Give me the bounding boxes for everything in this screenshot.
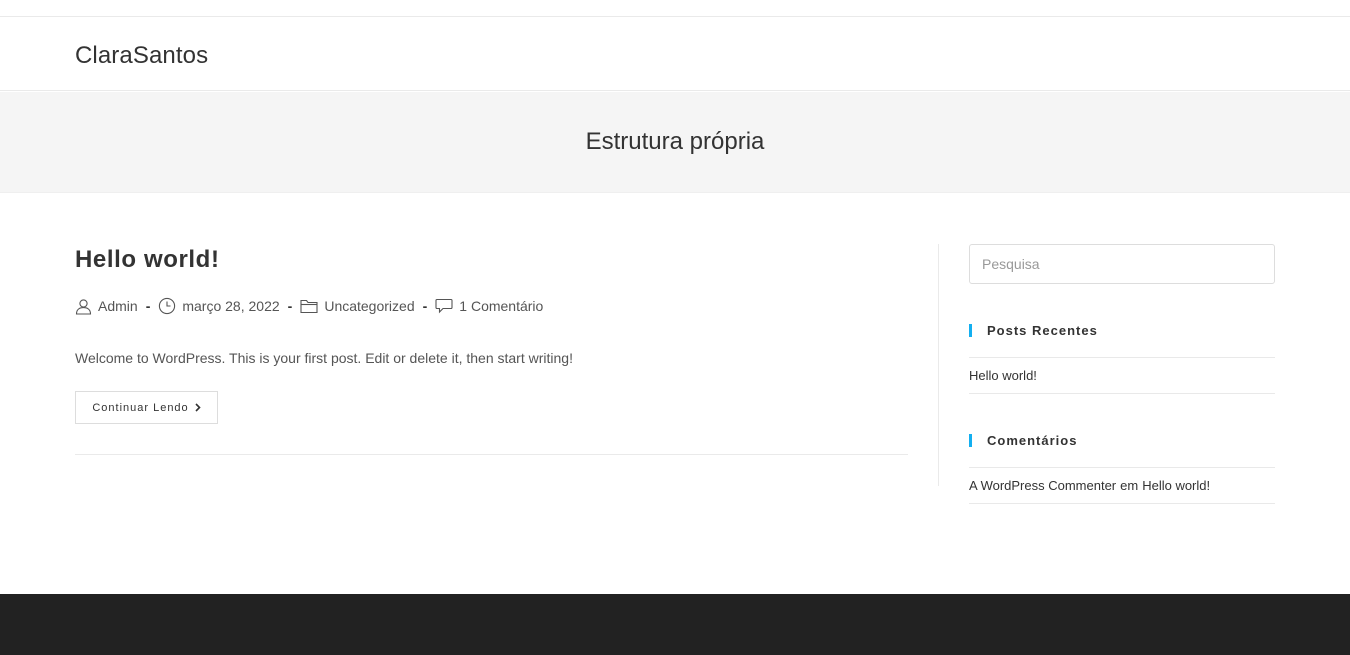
comment-icon xyxy=(435,298,453,314)
meta-date-text: março 28, 2022 xyxy=(182,298,280,314)
meta-category-link[interactable]: Uncategorized xyxy=(324,298,414,314)
recent-posts-list: Hello world! xyxy=(969,357,1275,394)
page-header: Estrutura própria xyxy=(0,92,1350,193)
read-more-button[interactable]: Continuar Lendo xyxy=(75,391,218,424)
site-header: ClaraSantos xyxy=(0,17,1350,91)
meta-date: março 28, 2022 xyxy=(158,297,280,315)
meta-comments-link[interactable]: 1 Comentário xyxy=(459,298,543,314)
post-excerpt: Welcome to WordPress. This is your first… xyxy=(75,350,573,366)
meta-category: Uncategorized xyxy=(300,298,415,314)
folder-icon xyxy=(300,299,318,314)
post-meta: Admin - março 28, 2022 - Uncategorized -… xyxy=(75,297,543,315)
page-title: Estrutura própria xyxy=(585,128,765,155)
site-footer xyxy=(0,594,1350,655)
meta-separator: - xyxy=(287,298,293,314)
comment-post-link[interactable]: Hello world! xyxy=(1142,478,1210,493)
meta-comments: 1 Comentário xyxy=(435,298,543,314)
comment-author-link[interactable]: A WordPress Commenter xyxy=(969,478,1116,493)
site-logo[interactable]: ClaraSantos xyxy=(75,42,208,70)
blog-post-entry: Hello world! Admin - março 28, 2022 - Un… xyxy=(75,244,908,455)
chevron-right-icon xyxy=(195,403,201,412)
search-input[interactable] xyxy=(969,244,1275,284)
post-title-link[interactable]: Hello world! xyxy=(75,246,220,274)
meta-author: Admin xyxy=(75,298,138,315)
meta-separator: - xyxy=(145,298,151,314)
sidebar-divider xyxy=(938,244,939,486)
meta-author-link[interactable]: Admin xyxy=(98,298,138,314)
comments-title: Comentários xyxy=(969,434,1275,447)
read-more-label: Continuar Lendo xyxy=(92,401,189,414)
recent-comment-item: A WordPress Commenter em Hello world! xyxy=(969,478,1210,493)
comment-connector: em xyxy=(1120,478,1139,493)
recent-post-item: Hello world! xyxy=(969,368,1037,383)
user-icon xyxy=(75,298,92,315)
meta-separator: - xyxy=(422,298,428,314)
top-bar xyxy=(0,0,1350,17)
clock-icon xyxy=(159,297,176,315)
recent-posts-title: Posts Recentes xyxy=(969,324,1275,337)
recent-comments-list: A WordPress Commenter em Hello world! xyxy=(969,467,1275,504)
recent-post-link[interactable]: Hello world! xyxy=(969,368,1037,383)
